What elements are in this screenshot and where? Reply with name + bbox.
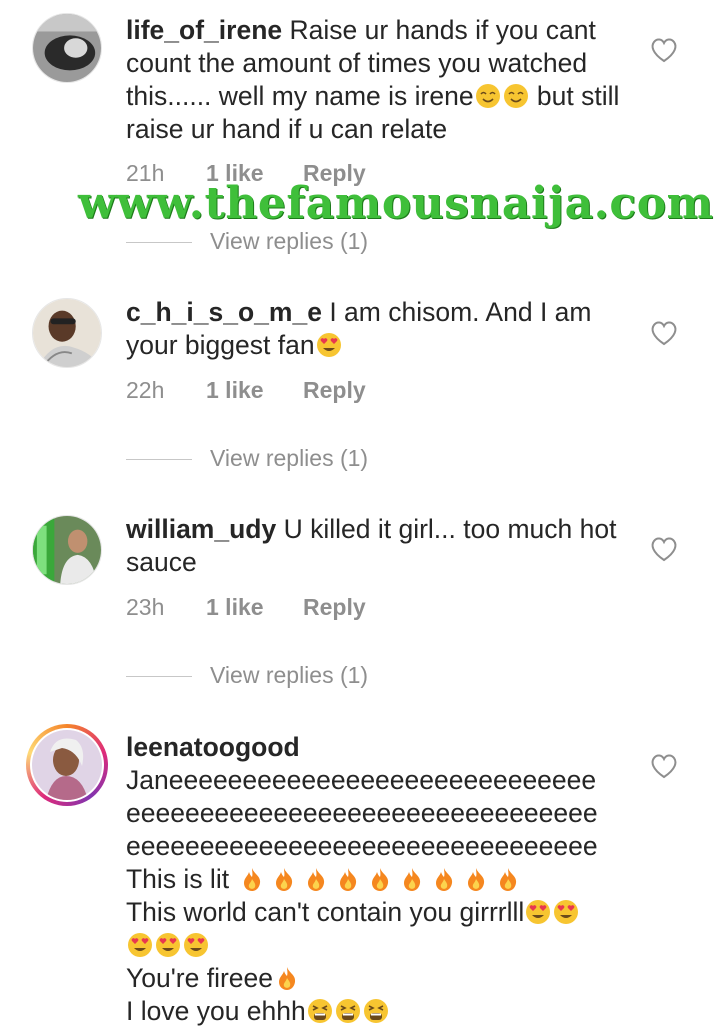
reply-button[interactable]: Reply: [303, 376, 366, 404]
fire-emoji-icon: [303, 866, 329, 892]
comment-meta: 22h 1 like Reply: [126, 376, 366, 404]
comment-meta: 21h 1 like Reply: [126, 159, 366, 187]
fire-emoji-icon: [399, 866, 425, 892]
fire-emoji-icon: [495, 866, 521, 892]
heart-eyes-emoji-icon: [553, 899, 579, 925]
comment-line: You're fireee: [126, 962, 636, 995]
comment-line: This is lit: [126, 863, 636, 896]
comment-line-text: You're fireee: [126, 963, 273, 993]
username[interactable]: life_of_irene: [126, 15, 282, 45]
fire-emoji-icon: [239, 866, 265, 892]
comment-line-text: This world can't contain you girrrlll: [126, 897, 525, 927]
view-replies-label: View replies (1): [210, 445, 369, 471]
avatar[interactable]: [32, 298, 102, 368]
fire-emoji-icon: [335, 866, 361, 892]
comment-line: eeeeeeeeeeeeeeeeeeeeeeeeeeeeeeee: [126, 831, 598, 861]
heart-eyes-emoji-icon: [127, 932, 153, 958]
heart-icon[interactable]: [650, 753, 678, 779]
avatar[interactable]: [32, 515, 102, 585]
story-ring[interactable]: [26, 724, 108, 806]
tired-face-emoji-icon: [335, 998, 361, 1024]
heart-icon[interactable]: [650, 320, 678, 346]
comment-text: william_udy U killed it girl... too much…: [126, 513, 636, 579]
username[interactable]: leenatoogood: [126, 731, 636, 764]
view-replies-label: View replies (1): [210, 662, 369, 688]
comment-line-text: I love you ehhh: [126, 996, 306, 1026]
likes-count[interactable]: 1 like: [206, 159, 303, 187]
comment-meta: 23h 1 like Reply: [126, 593, 366, 621]
comment-text: leenatoogood Janeeeeeeeeeeeeeeeeeeeeeeee…: [126, 731, 636, 1028]
fire-emoji-icon: [367, 866, 393, 892]
heart-icon[interactable]: [650, 536, 678, 562]
timestamp: 22h: [126, 377, 165, 403]
smiling-face-emoji-icon: [503, 83, 529, 109]
comment-line-text: This is lit: [126, 864, 230, 894]
comment-line: eeeeeeeeeeeeeeeeeeeeeeeeeeeeeeee: [126, 798, 598, 828]
view-replies-button[interactable]: View replies (1): [126, 227, 368, 255]
reply-button[interactable]: Reply: [303, 593, 366, 621]
username[interactable]: c_h_i_s_o_m_e: [126, 297, 322, 327]
tired-face-emoji-icon: [307, 998, 333, 1024]
fire-emoji-row: [236, 864, 524, 894]
heart-icon[interactable]: [650, 37, 678, 63]
tired-face-emoji-icon: [363, 998, 389, 1024]
divider: [126, 459, 192, 461]
smiling-face-emoji-icon: [475, 83, 501, 109]
view-replies-button[interactable]: View replies (1): [126, 444, 368, 472]
fire-emoji-icon: [431, 866, 457, 892]
timestamp: 21h: [126, 160, 165, 186]
comment-text: c_h_i_s_o_m_e I am chisom. And I am your…: [126, 296, 636, 362]
avatar: [32, 730, 102, 800]
fire-emoji-icon: [274, 965, 300, 991]
view-replies-button[interactable]: View replies (1): [126, 661, 368, 689]
fire-emoji-icon: [463, 866, 489, 892]
username[interactable]: william_udy: [126, 514, 276, 544]
comment-line: [126, 929, 636, 962]
timestamp: 23h: [126, 594, 165, 620]
comment-line: Janeeeeeeeeeeeeeeeeeeeeeeeeeeeee: [126, 765, 597, 795]
likes-count[interactable]: 1 like: [206, 376, 303, 404]
comment-line: This world can't contain you girrrlll: [126, 896, 636, 929]
likes-count[interactable]: 1 like: [206, 593, 303, 621]
fire-emoji-icon: [271, 866, 297, 892]
heart-eyes-emoji-icon: [316, 332, 342, 358]
heart-eyes-emoji-icon: [525, 899, 551, 925]
reply-button[interactable]: Reply: [303, 159, 366, 187]
avatar[interactable]: [32, 13, 102, 83]
divider: [126, 676, 192, 678]
heart-eyes-emoji-icon: [155, 932, 181, 958]
heart-eyes-emoji-icon: [183, 932, 209, 958]
divider: [126, 242, 192, 244]
view-replies-label: View replies (1): [210, 228, 369, 254]
comment-text: life_of_irene Raise ur hands if you cant…: [126, 14, 636, 146]
comment-line: I love you ehhh: [126, 995, 636, 1028]
